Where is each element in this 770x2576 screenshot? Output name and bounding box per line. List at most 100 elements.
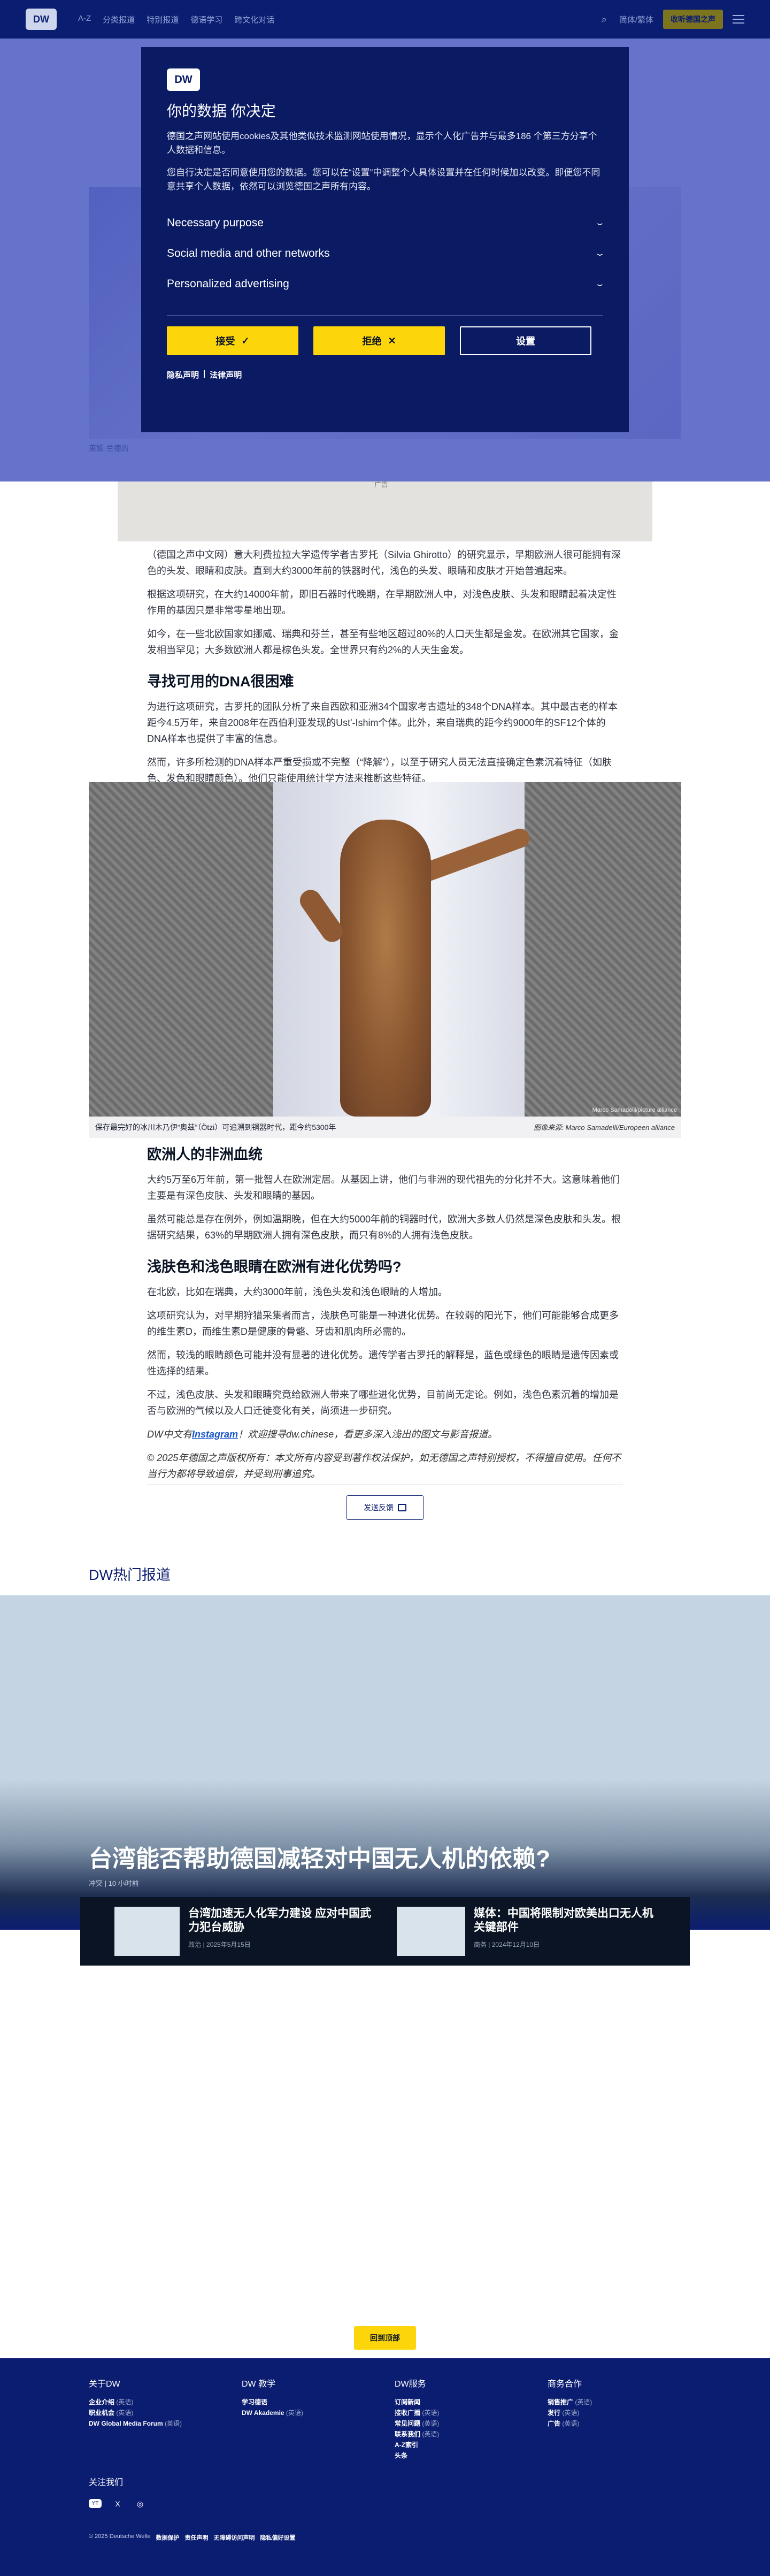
menu-icon[interactable] xyxy=(733,15,744,24)
promo-note: DW中文有Instagram！欢迎搜寻dw.chinese，看更多深入浅出的图文… xyxy=(147,1429,498,1440)
nav-item-categories[interactable]: 分类报道 xyxy=(103,14,135,25)
footer-heading: 商务合作 xyxy=(548,2380,582,2389)
site-footer: 关于DW 企业介绍 (英语) 职业机会 (英语) DW Global Media… xyxy=(0,2358,770,2576)
listen-button[interactable]: 收听德国之声 xyxy=(663,10,723,29)
accept-button[interactable]: 接受 ✓ xyxy=(167,326,298,355)
footer-link[interactable]: 销售推广 (英语) xyxy=(548,2397,681,2407)
x-icon[interactable]: X xyxy=(111,2497,124,2510)
footer-link[interactable]: 头条 xyxy=(395,2450,528,2461)
footer-link[interactable]: DW Global Media Forum (英语) xyxy=(89,2418,222,2429)
legal-link-privacy-settings[interactable]: 隐私偏好设置 xyxy=(260,2533,296,2542)
legal-link-privacy[interactable]: 数据保护 xyxy=(156,2533,180,2542)
trending-title: DW热门报道 xyxy=(89,1567,171,1583)
dw-logo: DW xyxy=(167,68,200,91)
footer-link[interactable]: 常见问题 (英语) xyxy=(395,2418,528,2429)
nav-item-special[interactable]: 特别报道 xyxy=(147,14,179,25)
footer-link[interactable]: 企业介绍 (英语) xyxy=(89,2397,222,2407)
trending-card[interactable]: 媒体：中国将限制对欧美出口无人机关键部件 商务 | 2024年12月10日 xyxy=(397,1907,656,1956)
card-title: 台湾加速无人化军力建设 应对中国武力犯台威胁 xyxy=(188,1907,372,1933)
youtube-icon[interactable]: YT xyxy=(89,2499,102,2508)
dw-logo[interactable]: DW xyxy=(26,9,57,30)
purpose-label: Personalized advertising xyxy=(167,277,289,290)
article-paragraph: 为进行这项研究，古罗托的团队分析了来自西欧和亚洲34个国家考古遗址的348个DN… xyxy=(147,701,618,744)
nav-item-dialogue[interactable]: 跨文化对话 xyxy=(234,14,274,25)
footer-link[interactable]: A-Z索引 xyxy=(395,2440,528,2450)
ad-strip xyxy=(118,481,652,541)
footer-heading: DW 教学 xyxy=(242,2380,276,2389)
feedback-label: 发送反馈 xyxy=(364,1503,394,1512)
figure-credit: 图像来源: Marco Samadelli/Europeen alliance xyxy=(534,1123,675,1132)
article-paragraph: 虽然可能总是存在例外，例如温期晚，但在大约5000年前的铜器时代，欧洲大多数人仍… xyxy=(147,1214,621,1241)
legal-link-disclaimer[interactable]: 责任声明 xyxy=(185,2533,209,2542)
footer-link[interactable]: 接收广播 (英语) xyxy=(395,2407,528,2418)
check-icon: ✓ xyxy=(241,335,250,346)
main-nav: A-Z 分类报道 特别报道 德语学习 跨文化对话 xyxy=(78,14,274,25)
image-watermark: Marco Samadelli/picture alliance xyxy=(592,1107,677,1113)
copyright-note: © 2025年德国之声版权所有：本文所有内容受到著作权法保护，如无德国之声特别授… xyxy=(147,1453,621,1479)
legal-links: © 2025 Deutsche Welle 数据保护 责任声明 无障碍访问声明 … xyxy=(89,2533,296,2542)
section-heading: 浅肤色和浅色眼睛在欧洲有进化优势吗? xyxy=(147,1259,402,1275)
purpose-label: Social media and other networks xyxy=(167,247,330,259)
instagram-icon[interactable]: ◎ xyxy=(134,2497,147,2510)
footer-link[interactable]: 联系我们 (英语) xyxy=(395,2429,528,2440)
instagram-link[interactable]: Instagram xyxy=(192,1429,238,1440)
article-paragraph: （德国之声中文网）意大利费拉拉大学遗传学者古罗托（Silvia Ghirotto… xyxy=(147,549,621,576)
card-meta: 商务 | 2024年12月10日 xyxy=(473,1941,540,1948)
consent-dialog: DW 你的数据 你决定 德国之声网站使用cookies及其他类似技术监测网站使用… xyxy=(141,47,629,432)
footer-heading: 关于DW xyxy=(89,2380,120,2389)
article-paragraph: 在北欧，比如在瑞典，大约3000年前，浅色头发和浅色眼睛的人增加。 xyxy=(147,1287,448,1297)
article-paragraph: 如今，在一些北欧国家如挪威、瑞典和芬兰，甚至有些地区超过80%的人口天生都是金发… xyxy=(147,629,619,655)
footer-link[interactable]: DW Akademie (英语) xyxy=(242,2407,375,2418)
footer-link[interactable]: 订阅新闻 xyxy=(395,2397,528,2407)
search-icon[interactable]: ⌕ xyxy=(599,14,610,25)
footer-col-learning: DW 教学 学习德语 DW Akademie (英语) xyxy=(242,2376,375,2461)
back-to-top-button[interactable]: 回到顶部 xyxy=(354,2326,416,2350)
nav-item-german[interactable]: 德语学习 xyxy=(190,14,222,25)
footer-col-about: 关于DW 企业介绍 (英语) 职业机会 (英语) DW Global Media… xyxy=(89,2376,222,2461)
footer-link[interactable]: 发行 (英语) xyxy=(548,2407,681,2418)
purpose-necessary[interactable]: Necessary purpose ⌄ xyxy=(167,208,606,238)
card-thumbnail xyxy=(397,1907,465,1956)
chevron-down-icon: ⌄ xyxy=(594,279,606,288)
purpose-advertising[interactable]: Personalized advertising ⌄ xyxy=(167,269,606,299)
reject-button[interactable]: 拒绝 ✕ xyxy=(313,326,445,355)
privacy-link[interactable]: 隐私声明 xyxy=(167,369,199,380)
trending-headline[interactable]: 台湾能否帮助德国减轻对中国无人机的依赖? xyxy=(89,1845,550,1874)
article-paragraph: 根据这项研究，在大约14000年前，即旧石器时代晚期，在早期欧洲人中，对浅色皮肤… xyxy=(147,589,617,616)
purpose-label: Necessary purpose xyxy=(167,216,264,229)
feedback-button[interactable]: 发送反馈 xyxy=(346,1495,424,1520)
card-title: 媒体：中国将限制对欧美出口无人机关键部件 xyxy=(473,1907,653,1933)
chevron-down-icon: ⌄ xyxy=(594,218,606,227)
footer-link[interactable]: 职业机会 (英语) xyxy=(89,2407,222,2418)
follow-us-label: 关注我们 xyxy=(89,2478,124,2487)
purpose-social[interactable]: Social media and other networks ⌄ xyxy=(167,238,606,269)
article-paragraph: 然而，较浅的眼睛颜色可能并没有显著的进化优势。遗传学者古罗托的解释是，蓝色或绿色… xyxy=(147,1350,619,1377)
mummy-image[interactable]: Marco Samadelli/picture alliance xyxy=(89,782,681,1117)
article-figure: Marco Samadelli/picture alliance 保存最完好的冰… xyxy=(89,782,681,1138)
card-meta: 政治 | 2025年5月15日 xyxy=(188,1941,251,1948)
footer-col-business: 商务合作 销售推广 (英语) 发行 (英语) 广告 (英语) xyxy=(548,2376,681,2461)
figure-caption: 保存最完好的冰川木乃伊“奥兹”（Ötzi）可追溯到铜器时代，距今约5300年 xyxy=(95,1123,336,1132)
divider xyxy=(167,315,603,316)
chevron-down-icon: ⌄ xyxy=(594,249,606,257)
legal-link[interactable]: 法律声明 xyxy=(210,369,242,380)
consent-title: 你的数据 你决定 xyxy=(167,103,276,119)
footer-link[interactable]: 学习德语 xyxy=(242,2397,375,2407)
close-icon: ✕ xyxy=(388,335,396,346)
consent-purposes: Necessary purpose ⌄ Social media and oth… xyxy=(167,208,606,299)
article-paragraph: 大约5万至6万年前，第一批智人在欧洲定居。从基因上讲，他们与非洲的现代祖先的分化… xyxy=(147,1174,620,1201)
footer-heading: DW服务 xyxy=(395,2380,426,2389)
footer-link[interactable]: 广告 (英语) xyxy=(548,2418,681,2429)
nav-item-a-z[interactable]: A-Z xyxy=(78,14,91,25)
social-links: YT X ◎ xyxy=(89,2497,147,2510)
settings-button[interactable]: 设置 xyxy=(460,326,591,355)
footer-col-services: DW服务 订阅新闻 接收广播 (英语) 常见问题 (英语) 联系我们 (英语) … xyxy=(395,2376,528,2461)
consent-text: 德国之声网站使用cookies及其他类似技术监测网站使用情况，显示个人化广告并与… xyxy=(167,131,597,155)
language-switch[interactable]: 简体/繁体 xyxy=(619,14,653,25)
article-paragraph: 这项研究认为，对早期狩猎采集者而言，浅肤色可能是一种进化优势。在较弱的阳光下，他… xyxy=(147,1310,619,1337)
legal-link-accessibility[interactable]: 无障碍访问声明 xyxy=(214,2533,255,2542)
article-paragraph: 不过，浅色皮肤、头发和眼睛究竟给欧洲人带来了哪些进化优势，目前尚无定论。例如，浅… xyxy=(147,1389,619,1416)
copyright: © 2025 Deutsche Welle xyxy=(89,2533,151,2540)
trending-card[interactable]: 台湾加速无人化军力建设 应对中国武力犯台威胁 政治 | 2025年5月15日 xyxy=(114,1907,373,1956)
site-header: DW A-Z 分类报道 特别报道 德语学习 跨文化对话 ⌕ 简体/繁体 收听德国… xyxy=(0,0,770,39)
